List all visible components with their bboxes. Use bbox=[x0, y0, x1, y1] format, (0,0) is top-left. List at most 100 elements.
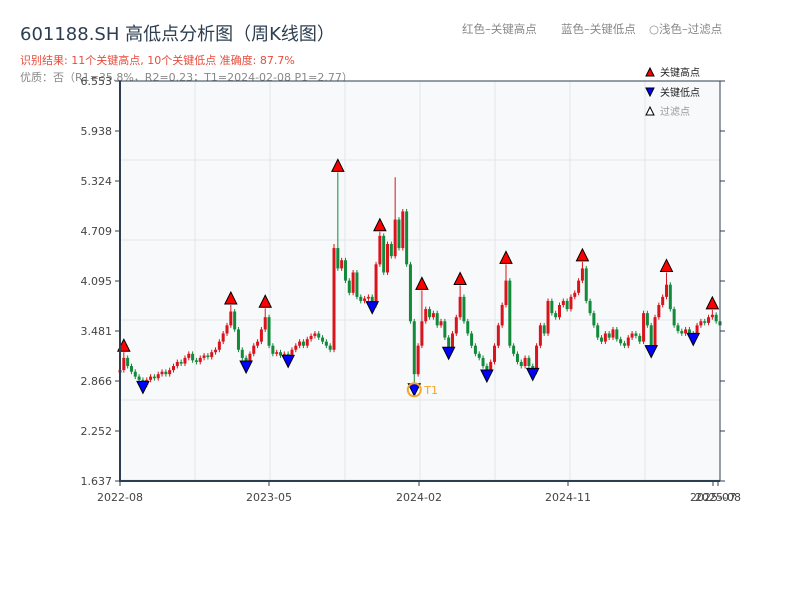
candle-body bbox=[592, 313, 596, 326]
candle-body bbox=[668, 284, 672, 310]
candle-body bbox=[554, 313, 558, 318]
candle-body bbox=[221, 333, 225, 342]
candle-body bbox=[535, 345, 539, 372]
candle-body bbox=[611, 329, 615, 338]
candle-body bbox=[569, 296, 573, 310]
candle-body bbox=[699, 321, 703, 326]
candlestick-chart: 6.553 5.938 5.324 4.709 4.095 3.481 2.866 2.252… bbox=[81, 66, 741, 504]
candle-body bbox=[473, 345, 477, 354]
candle-body bbox=[378, 235, 382, 265]
y-tick-label: 2.252 bbox=[81, 425, 113, 438]
candle-body bbox=[676, 325, 680, 332]
candle-body bbox=[271, 345, 275, 354]
candle-body bbox=[550, 300, 554, 314]
candle-body bbox=[401, 211, 405, 249]
candle-body bbox=[645, 313, 649, 326]
candle-body bbox=[187, 353, 191, 358]
candle-body bbox=[210, 352, 214, 358]
candle-body bbox=[642, 313, 646, 342]
candle-body bbox=[389, 243, 393, 257]
y-tick-label: 6.553 bbox=[81, 75, 113, 88]
y-tick-label: 3.481 bbox=[81, 325, 113, 338]
candle-body bbox=[236, 329, 240, 350]
candle-body bbox=[321, 337, 325, 342]
candle-body bbox=[336, 248, 340, 269]
candle-body bbox=[657, 305, 661, 318]
candle-body bbox=[397, 219, 401, 249]
candle-body bbox=[347, 280, 351, 293]
candle-body bbox=[710, 314, 714, 318]
candle-body bbox=[420, 321, 424, 346]
candle-body bbox=[477, 353, 481, 358]
candle-body bbox=[160, 371, 164, 375]
candle-body bbox=[267, 317, 271, 346]
candle-body bbox=[580, 268, 584, 281]
candle-body bbox=[191, 353, 195, 361]
candle-body bbox=[198, 357, 202, 362]
candle-body bbox=[573, 292, 577, 297]
candle-body bbox=[164, 371, 168, 375]
chart-figure: 601188.SH 高低点分析图（周K线图） 识别结果: 11个关键高点, 10… bbox=[0, 0, 800, 600]
candle-body bbox=[240, 349, 244, 358]
legend-label: 过滤点 bbox=[660, 105, 690, 118]
candle-body bbox=[156, 374, 160, 379]
candle-body bbox=[359, 296, 363, 301]
candle-body bbox=[428, 309, 432, 318]
legend-label: 关键低点 bbox=[660, 86, 700, 99]
candle-body bbox=[470, 333, 474, 346]
candle-body bbox=[508, 280, 512, 346]
candle-body bbox=[351, 272, 355, 293]
candle-body bbox=[317, 333, 321, 338]
candle-body bbox=[634, 333, 638, 336]
candle-body bbox=[638, 335, 642, 342]
candle-body bbox=[435, 313, 439, 326]
candle-body bbox=[439, 321, 443, 326]
candle-body bbox=[386, 243, 390, 273]
candle-body bbox=[133, 371, 137, 377]
y-tick-label: 1.637 bbox=[81, 475, 113, 488]
candle-body bbox=[493, 345, 497, 362]
candle-body bbox=[229, 311, 233, 326]
candle-body bbox=[194, 360, 198, 362]
y-tick-label: 5.324 bbox=[81, 175, 113, 188]
t1-label: T1 bbox=[423, 384, 438, 397]
candle-body bbox=[217, 341, 221, 350]
candle-body bbox=[137, 376, 141, 380]
candle-body bbox=[707, 317, 711, 323]
candle-body bbox=[512, 345, 516, 354]
candle-body bbox=[172, 366, 176, 371]
candle-body bbox=[382, 235, 386, 273]
candle-body bbox=[183, 357, 187, 364]
candle-body bbox=[466, 321, 470, 334]
candle-body bbox=[500, 305, 504, 326]
candle-body bbox=[661, 296, 665, 306]
candle-body bbox=[206, 355, 210, 358]
candle-body bbox=[542, 325, 546, 334]
candle-body bbox=[607, 333, 611, 338]
candle-body bbox=[546, 300, 550, 334]
candle-body bbox=[588, 300, 592, 314]
candle-body bbox=[275, 352, 279, 354]
candle-body bbox=[363, 298, 367, 301]
candle-body bbox=[233, 311, 237, 330]
y-tick-label: 5.938 bbox=[81, 125, 113, 138]
candle-body bbox=[374, 264, 378, 306]
candle-body bbox=[328, 345, 332, 350]
candle-body bbox=[615, 329, 619, 340]
candle-body bbox=[259, 329, 263, 342]
candle-body bbox=[393, 219, 397, 257]
candle-body bbox=[680, 331, 684, 334]
candle-body bbox=[538, 325, 542, 346]
candle-body bbox=[152, 376, 156, 379]
candle-body bbox=[340, 260, 344, 269]
candle-body bbox=[626, 337, 630, 346]
y-tick-label: 2.866 bbox=[81, 375, 113, 388]
candle-body bbox=[561, 300, 565, 306]
candle-body bbox=[703, 321, 707, 323]
candle-body bbox=[527, 357, 531, 367]
candle-body bbox=[458, 296, 462, 318]
candle-body bbox=[596, 325, 600, 338]
candle-body bbox=[405, 211, 409, 265]
candle-body bbox=[443, 321, 447, 338]
candle-body bbox=[600, 337, 604, 342]
